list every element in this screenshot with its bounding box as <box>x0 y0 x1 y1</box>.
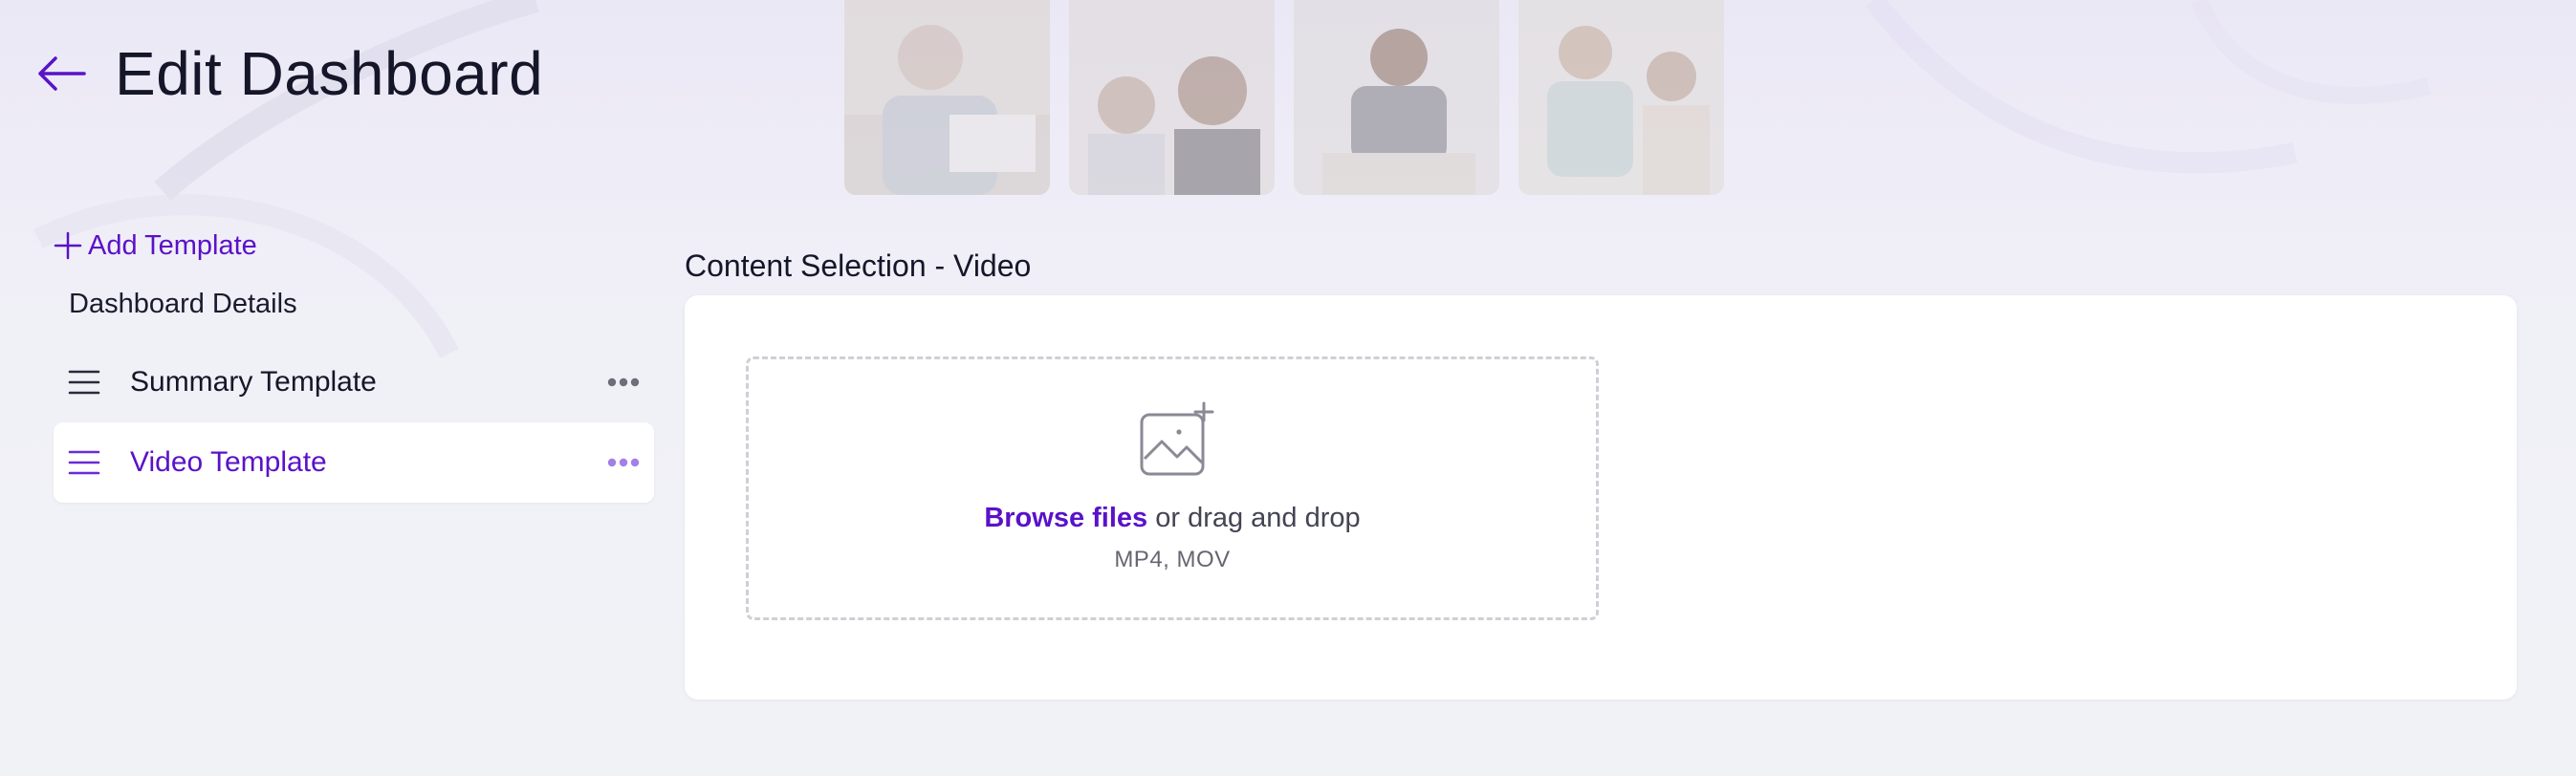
drag-handle-icon[interactable] <box>67 445 101 480</box>
back-button[interactable] <box>36 49 86 98</box>
drag-drop-text: or drag and drop <box>1147 503 1361 533</box>
template-sidebar: Add Template Dashboard Details Summary T… <box>54 222 654 503</box>
plus-icon <box>54 231 82 260</box>
content-section-title: Content Selection - Video <box>685 248 1032 283</box>
drag-handle-icon[interactable] <box>67 365 101 399</box>
header-photo-1 <box>844 0 1050 195</box>
header-photo-2 <box>1069 0 1275 195</box>
file-dropzone[interactable]: Browse files or drag and drop MP4, MOV <box>746 356 1599 620</box>
arrow-left-icon <box>38 56 86 91</box>
browse-files-link[interactable]: Browse files <box>984 503 1147 533</box>
header-photo-4 <box>1518 0 1724 195</box>
content-card: Browse files or drag and drop MP4, MOV <box>685 295 2517 700</box>
accepted-formats: MP4, MOV <box>1114 547 1231 572</box>
add-template-label: Add Template <box>88 229 257 261</box>
sidebar-item-label: Video Template <box>130 446 327 478</box>
more-options-icon[interactable] <box>606 449 641 476</box>
page-header: Edit Dashboard <box>36 38 543 109</box>
dropzone-instructions: Browse files or drag and drop <box>749 503 1596 534</box>
image-upload-icon <box>1140 401 1214 476</box>
more-options-icon[interactable] <box>606 369 641 396</box>
add-template-button[interactable]: Add Template <box>54 222 654 269</box>
sidebar-item-video-template[interactable]: Video Template <box>54 422 654 503</box>
header-photo-3 <box>1294 0 1499 195</box>
page-title: Edit Dashboard <box>115 39 544 108</box>
sidebar-item-summary-template[interactable]: Summary Template <box>54 342 654 422</box>
sidebar-item-label: Summary Template <box>130 366 377 398</box>
dashboard-details-link[interactable]: Dashboard Details <box>69 283 654 325</box>
header-photo-strip <box>844 0 1724 195</box>
